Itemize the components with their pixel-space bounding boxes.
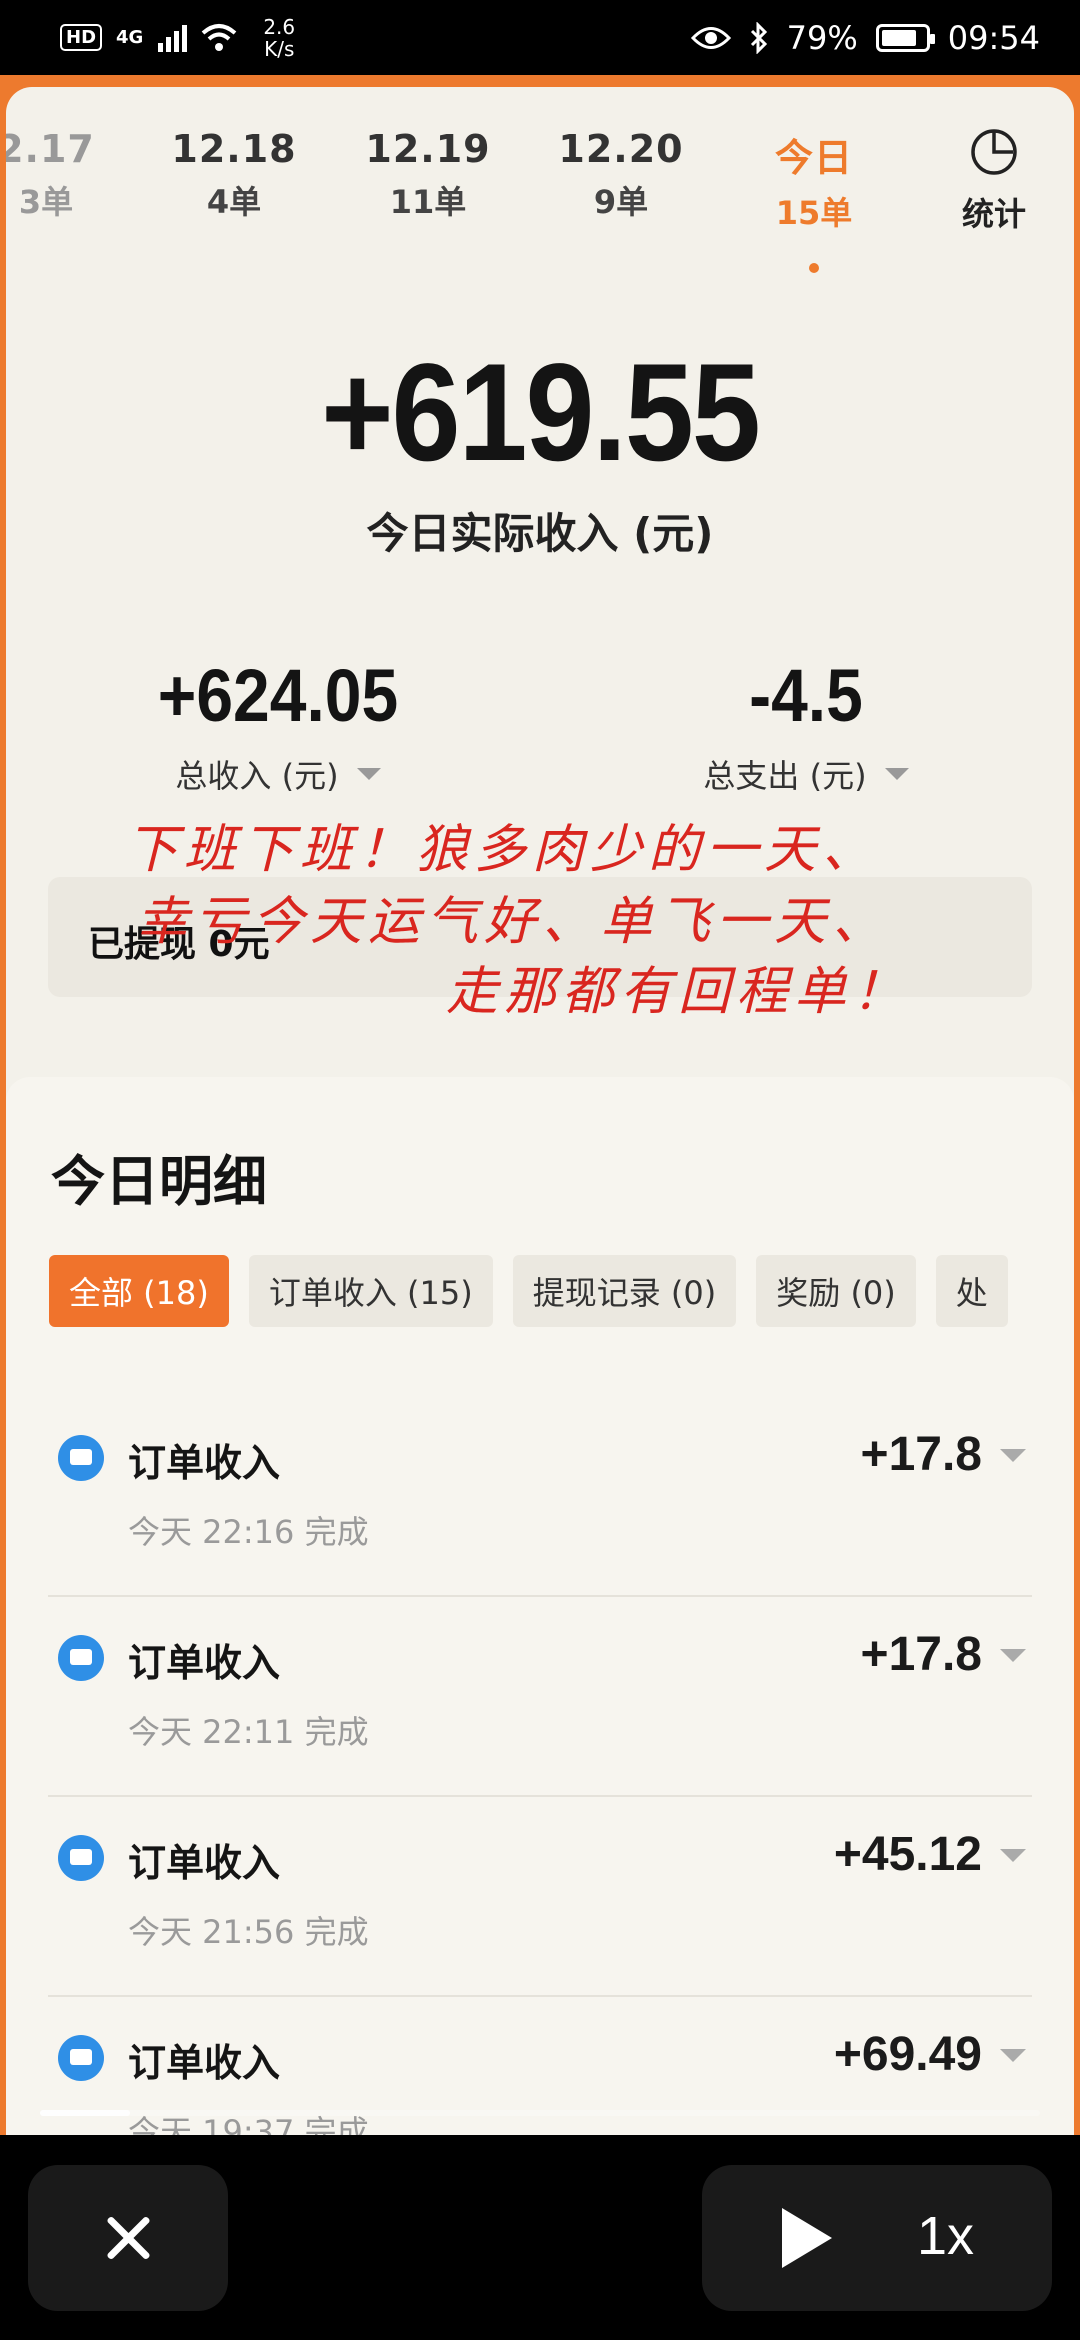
list-item-time: 今天 21:56 完成	[128, 1913, 369, 1951]
list-item[interactable]: 订单收入 今天 22:11 完成 +17.8	[48, 1597, 1032, 1797]
status-left: HD 4G 2.6 K/s	[60, 16, 295, 60]
status-bar: HD 4G 2.6 K/s 79% 09:54	[0, 0, 1080, 75]
total-expense-block[interactable]: -4.5 总支出 (元)	[606, 654, 1006, 797]
date-tab-12-17[interactable]: 2.17 3单	[6, 127, 121, 223]
wallet-icon	[58, 1435, 104, 1481]
eye-icon	[690, 26, 731, 49]
overlay-caption-line-1: 下班下班！狼多肉少的一天、	[126, 820, 881, 880]
status-right: 79% 09:54	[690, 18, 1040, 57]
date-tab-12-20[interactable]: 12.20 9单	[546, 127, 696, 223]
network-type: 4G	[116, 27, 144, 48]
wallet-icon	[58, 1635, 104, 1681]
list-item-amount: +45.12	[833, 1828, 982, 1881]
date-tab-12-18[interactable]: 12.18 4单	[159, 127, 309, 223]
battery-percent: 79%	[786, 18, 858, 57]
hd-badge: HD	[60, 24, 103, 51]
date-tab-12-19[interactable]: 12.19 11单	[353, 127, 503, 223]
date-tab-orders: 4单	[206, 183, 262, 221]
player-controls: 1x	[0, 2135, 1080, 2340]
app-content: 2.17 3单 12.18 4单 12.19 11单 12.20 9单 今日 1…	[6, 87, 1074, 2135]
date-tab-orders: 11单	[389, 183, 467, 221]
wifi-icon	[202, 23, 237, 51]
filter-chips: 全部 (18) 订单收入 (15) 提现记录 (0) 奖励 (0) 处	[49, 1255, 1008, 1327]
list-item-title: 订单收入	[128, 1641, 281, 1685]
wallet-icon	[58, 2035, 104, 2081]
bluetooth-icon	[750, 21, 767, 54]
date-tab-orders: 9单	[593, 183, 649, 221]
total-income-label-row: 总收入 (元)	[78, 751, 478, 797]
date-tabs: 2.17 3单 12.18 4单 12.19 11单 12.20 9单 今日 1…	[6, 127, 1074, 273]
chip-more[interactable]: 处	[935, 1255, 1008, 1327]
overlay-caption-line-3: 走那都有回程单！	[446, 962, 911, 1022]
play-icon[interactable]	[782, 2208, 832, 2268]
close-icon	[104, 2214, 152, 2262]
video-progress-bar[interactable]	[40, 2110, 1040, 2116]
clock: 09:54	[947, 18, 1040, 57]
app-frame: 2.17 3单 12.18 4单 12.19 11单 12.20 9单 今日 1…	[0, 75, 1080, 2135]
today-net-income-label: 今日实际收入 (元)	[366, 509, 714, 558]
chip-withdraw-records[interactable]: 提现记录 (0)	[512, 1255, 737, 1327]
speed-button[interactable]: 1x	[917, 2205, 974, 2267]
chevron-down-icon[interactable]	[1000, 1649, 1026, 1662]
date-tab-date: 12.20	[558, 127, 684, 171]
list-item-title: 订单收入	[128, 1441, 281, 1485]
date-tab-orders: 15单	[775, 194, 853, 232]
overlay-caption-line-2: 幸亏今天运气好、单飞一天、	[136, 892, 891, 952]
date-tab-date: 12.18	[171, 127, 297, 171]
detail-card: 今日明细 全部 (18) 订单收入 (15) 提现记录 (0) 奖励 (0) 处…	[6, 1077, 1074, 2135]
chip-order-income[interactable]: 订单收入 (15)	[248, 1255, 493, 1327]
list-item-title: 订单收入	[128, 2041, 281, 2085]
wallet-icon	[58, 1835, 104, 1881]
date-tab-date: 12.19	[365, 127, 491, 171]
chevron-down-icon[interactable]	[1000, 1849, 1026, 1862]
detail-list: 订单收入 今天 22:16 完成 +17.8 订单收入 今天 22:11 完成 …	[6, 1397, 1074, 2135]
date-tab-orders: 3单	[18, 183, 74, 221]
list-item[interactable]: 订单收入 今天 21:56 完成 +45.12	[48, 1797, 1032, 1997]
pie-chart-icon	[971, 129, 1017, 175]
playback-controls: 1x	[702, 2165, 1052, 2311]
network-speed-value: 2.6	[263, 14, 296, 39]
network-speed-unit: K/s	[264, 36, 295, 61]
chevron-down-icon[interactable]	[1000, 1449, 1026, 1462]
chevron-down-icon	[884, 768, 909, 780]
today-net-income-amount: +619.55	[321, 335, 761, 491]
total-expense-value: -4.5	[749, 653, 863, 737]
chip-all[interactable]: 全部 (18)	[49, 1255, 229, 1327]
detail-title: 今日明细	[51, 1150, 267, 1213]
list-item-time: 今天 22:16 完成	[128, 1513, 369, 1551]
total-income-label: 总收入 (元)	[175, 757, 339, 795]
chevron-down-icon	[356, 768, 381, 780]
battery-icon	[875, 23, 935, 52]
stats-tab-label: 统计	[961, 195, 1026, 233]
list-item-amount: +17.8	[860, 1428, 982, 1481]
date-tab-date: 今日	[774, 136, 853, 180]
chevron-down-icon[interactable]	[1000, 2049, 1026, 2062]
list-item[interactable]: 订单收入 今天 22:16 完成 +17.8	[48, 1397, 1032, 1597]
date-tab-date: 2.17	[6, 127, 95, 171]
date-tab-today[interactable]: 今日 15单	[739, 127, 889, 273]
total-income-block[interactable]: +624.05 总收入 (元)	[78, 654, 478, 797]
list-item-amount: +17.8	[860, 1628, 982, 1681]
video-progress-fill	[40, 2110, 130, 2116]
signal-icon	[158, 24, 188, 52]
list-item-amount: +69.49	[833, 2028, 982, 2081]
list-item-time: 今天 22:11 完成	[128, 1713, 369, 1751]
total-expense-label-row: 总支出 (元)	[606, 751, 1006, 797]
list-item-title: 订单收入	[128, 1841, 281, 1885]
chip-rewards[interactable]: 奖励 (0)	[756, 1255, 916, 1327]
total-income-value: +624.05	[157, 653, 399, 737]
total-expense-label: 总支出 (元)	[703, 757, 867, 795]
close-button[interactable]	[28, 2165, 228, 2311]
network-speed: 2.6 K/s	[263, 16, 295, 60]
stats-tab[interactable]: 统计	[934, 127, 1054, 235]
